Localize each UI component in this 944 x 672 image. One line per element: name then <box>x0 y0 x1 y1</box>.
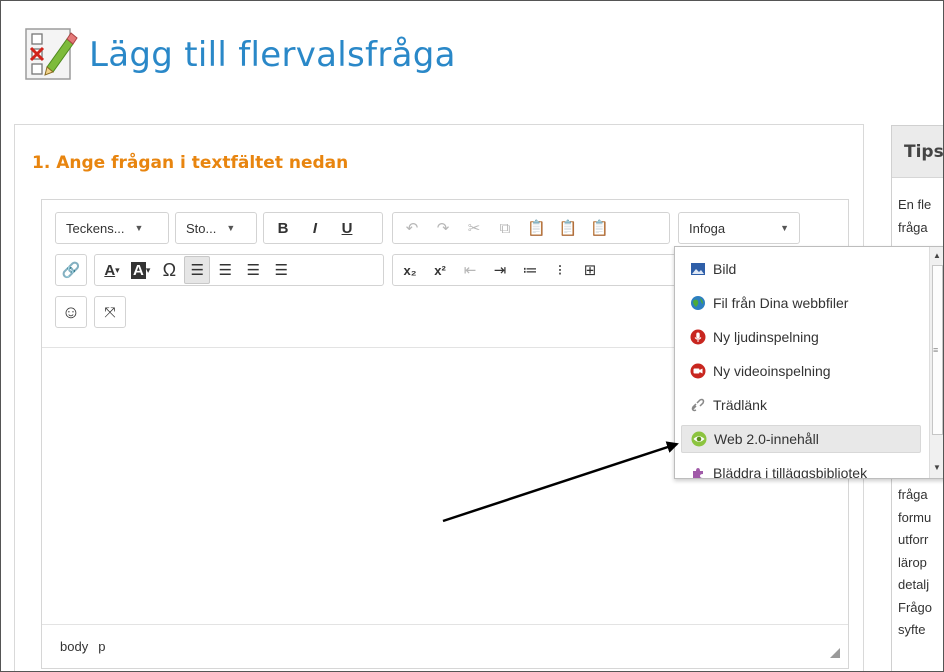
path-p[interactable]: p <box>98 639 105 654</box>
menu-item-label: Bild <box>713 261 737 277</box>
redo-icon[interactable]: ↷ <box>430 213 456 243</box>
font-family-select[interactable]: Teckens... ▼ <box>55 212 169 244</box>
link-icon[interactable]: 🔗 <box>58 255 85 285</box>
menu-item-web20[interactable]: Web 2.0-innehåll <box>681 425 921 453</box>
menu-item-treelink[interactable]: Trädlänk <box>681 391 921 419</box>
image-icon <box>689 260 707 278</box>
menu-item-addon-library[interactable]: Bläddra i tilläggsbibliotek <box>681 459 921 479</box>
menu-item-label: Web 2.0-innehåll <box>714 431 819 447</box>
grip-icon: ≡ <box>933 345 939 355</box>
tips-line: lärop <box>898 554 927 570</box>
scroll-up-icon[interactable]: ▲ <box>933 251 941 260</box>
fullscreen-icon[interactable]: ⤧ <box>97 297 123 327</box>
bg-color-button[interactable]: A ▾ <box>127 255 154 285</box>
align-justify-icon[interactable]: ☰ <box>268 255 294 285</box>
numbered-list-icon[interactable]: ≔ <box>517 255 543 285</box>
table-icon[interactable]: ⊞ <box>577 255 603 285</box>
edit-group: ↶ ↷ ✂ ⧉ 📋 📋 📋 <box>392 212 670 244</box>
subscript-button[interactable]: x₂ <box>397 255 423 285</box>
fullscreen-group: ⤧ <box>94 296 126 328</box>
chevron-down-icon: ▼ <box>780 223 789 233</box>
insert-dropdown-menu: Bild Fil från Dina webbfiler Ny ljudinsp… <box>674 246 943 479</box>
chevron-down-icon: ▼ <box>134 223 144 233</box>
menu-item-label: Fil från Dina webbfiler <box>713 295 849 311</box>
italic-button[interactable]: I <box>302 213 328 243</box>
tips-line: fråga <box>898 487 928 502</box>
tips-line: fråga <box>898 219 928 235</box>
menu-scrollbar[interactable]: ▲ ≡ ▼ <box>929 247 943 478</box>
chevron-down-icon: ▼ <box>226 223 236 233</box>
multiple-choice-icon <box>23 27 79 83</box>
app-window: Lägg till flervalsfråga 1. Ange frågan i… <box>0 0 944 672</box>
paste-word-icon[interactable]: 📋 <box>586 213 613 243</box>
bold-button[interactable]: B <box>270 213 296 243</box>
special-char-button[interactable]: Ω <box>156 255 182 285</box>
list-group: x₂ x² ⇤ ⇥ ≔ ⁝ ⊞ <box>392 254 692 286</box>
menu-item-video[interactable]: Ny videoinspelning <box>681 357 921 385</box>
font-size-select[interactable]: Sto... ▼ <box>175 212 257 244</box>
tips-line: Frågo <box>898 599 932 615</box>
outdent-icon[interactable]: ⇤ <box>457 255 483 285</box>
menu-item-label: Trädlänk <box>713 397 767 413</box>
smiley-icon[interactable]: ☺ <box>58 297 84 327</box>
tips-line: formu <box>898 509 932 525</box>
menu-item-label: Bläddra i tilläggsbibliotek <box>713 465 868 479</box>
menu-item-label: Ny videoinspelning <box>713 363 831 379</box>
microphone-icon <box>689 328 707 346</box>
text-color-label: A <box>104 261 116 279</box>
scroll-down-icon[interactable]: ▼ <box>933 463 941 472</box>
indent-icon[interactable]: ⇥ <box>487 255 513 285</box>
tips-text-top: En fle fråga <box>892 178 943 239</box>
tips-line: utforr <box>898 532 929 547</box>
copy-icon[interactable]: ⧉ <box>492 213 518 243</box>
insert-select[interactable]: Infoga ▼ <box>678 212 800 244</box>
video-camera-icon <box>689 362 707 380</box>
superscript-button[interactable]: x² <box>427 255 453 285</box>
tips-text-bottom: fråga formu utforr lärop detalj Frågo sy… <box>892 484 932 642</box>
underline-button[interactable]: U <box>334 213 360 243</box>
undo-icon[interactable]: ↶ <box>399 213 425 243</box>
font-family-value: Teckens... <box>66 220 125 236</box>
format-group: B I U <box>263 212 383 244</box>
bg-color-label: A <box>131 261 146 279</box>
editor-statusbar: body p <box>42 624 848 668</box>
link-group: 🔗 <box>55 254 87 286</box>
bullet-list-icon[interactable]: ⁝ <box>547 255 573 285</box>
path-body[interactable]: body <box>60 639 88 654</box>
menu-item-label: Ny ljudinspelning <box>713 329 819 345</box>
resize-handle-icon[interactable] <box>830 648 840 658</box>
link-icon <box>689 396 707 414</box>
style-group: A ▾ A ▾ Ω ☰ ☰ ☰ ☰ <box>94 254 384 286</box>
eye-icon <box>690 430 708 448</box>
section-heading: 1. Ange frågan i textfältet nedan <box>32 153 349 173</box>
tips-line: syfte <box>898 622 926 637</box>
paste-icon[interactable]: 📋 <box>523 213 550 243</box>
paste-text-icon[interactable]: 📋 <box>555 213 582 243</box>
font-size-value: Sto... <box>186 220 217 236</box>
menu-item-image[interactable]: Bild <box>681 255 921 283</box>
align-right-icon[interactable]: ☰ <box>240 255 266 285</box>
page-title: Lägg till flervalsfråga <box>89 35 456 75</box>
cut-icon[interactable]: ✂ <box>461 213 487 243</box>
emoticon-group: ☺ <box>55 296 87 328</box>
tips-line: En fle <box>898 197 932 212</box>
text-color-button[interactable]: A ▾ <box>99 255 125 285</box>
globe-icon <box>689 294 707 312</box>
menu-item-webfiles[interactable]: Fil från Dina webbfiler <box>681 289 921 317</box>
align-left-icon[interactable]: ☰ <box>184 256 211 284</box>
tips-title: Tips <box>892 126 943 178</box>
align-center-icon[interactable]: ☰ <box>212 255 238 285</box>
insert-value: Infoga <box>689 220 726 236</box>
menu-item-audio[interactable]: Ny ljudinspelning <box>681 323 921 351</box>
tips-line: detalj <box>898 577 930 592</box>
puzzle-icon <box>689 464 707 478</box>
page-header: Lägg till flervalsfråga <box>23 25 456 85</box>
